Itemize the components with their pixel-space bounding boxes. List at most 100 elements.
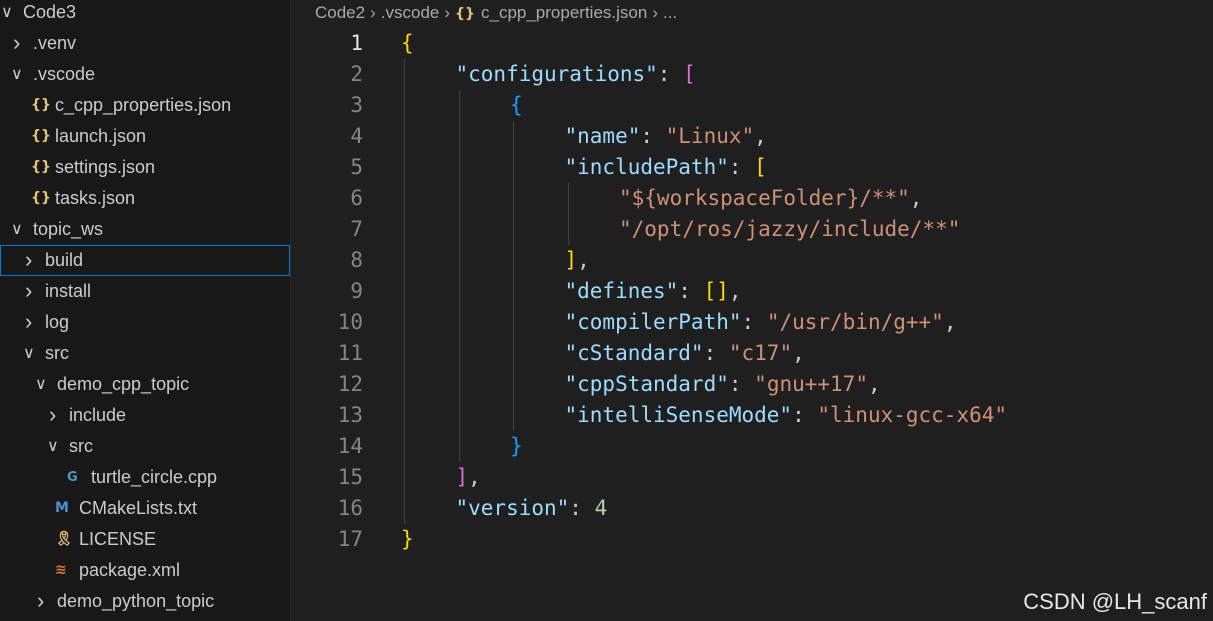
explorer-item[interactable]: ∨ demo_cpp_topic [0, 369, 290, 400]
explorer-item-label: src [69, 436, 93, 456]
json-braces-icon: {} [31, 159, 51, 175]
editor-pane: Code2 › .vscode ›{} c_cpp_properties.json ›..… [291, 0, 1213, 621]
chevron-down-icon: ∨ [23, 345, 35, 362]
code-token: , [728, 279, 742, 303]
code-content: { [510, 90, 523, 121]
code-content: "includePath": [ [565, 152, 767, 183]
code-token: : [703, 341, 729, 365]
license-file-icon: 🎗 [55, 531, 73, 547]
line-number: 9 [350, 279, 363, 303]
explorer-item[interactable]: › demo_python_topic [0, 586, 290, 617]
code-token: , [754, 124, 767, 148]
code-token: , [468, 465, 481, 489]
code-token: } [510, 434, 523, 458]
explorer-item[interactable]: ∨ .vscode [0, 59, 290, 90]
code-line: 11 "cStandard": "c17", [291, 338, 1213, 369]
line-number: 5 [350, 155, 363, 179]
explorer-item[interactable]: Gturtle_circle.cpp [0, 462, 290, 493]
code-token: [] [703, 279, 729, 303]
explorer-item[interactable]: ≋ package.xml [0, 555, 290, 586]
explorer-item-label: topic_ws [33, 219, 104, 239]
code-line: 17} [291, 524, 1213, 555]
breadcrumb-item-file[interactable]: c_cpp_properties.json [481, 3, 647, 22]
explorer-item[interactable]: M CMakeLists.txt [0, 493, 290, 524]
explorer-item-label: settings.json [55, 157, 156, 177]
explorer-item-label: .vscode [33, 64, 96, 84]
code-content: } [510, 431, 523, 462]
line-number: 1 [350, 31, 363, 55]
line-number: 13 [337, 403, 363, 427]
code-content: "intelliSenseMode": "linux-gcc-x64" [565, 400, 1008, 431]
indent-guide [567, 183, 569, 245]
explorer-item-label: CMakeLists.txt [79, 498, 198, 518]
code-token: "cStandard" [564, 341, 704, 365]
explorer-item[interactable]: {} c_cpp_properties.json [0, 90, 290, 121]
line-number: 7 [350, 217, 363, 241]
code-content: "version": 4 [456, 493, 608, 524]
explorer-item[interactable]: ∨ src [0, 338, 290, 369]
code-line: 4 "name": "Linux", [291, 121, 1213, 152]
code-token: [ [683, 62, 696, 86]
code-token: "/opt/ros/jazzy/include/**" [619, 217, 961, 241]
rss-xml-file-icon: ≋ [55, 562, 67, 578]
code-line: 16 "version": 4 [291, 493, 1213, 524]
chevron-right-icon: › [13, 30, 21, 55]
explorer-item[interactable]: › .venv [0, 28, 290, 59]
explorer-item[interactable]: 🎗 LICENSE [0, 524, 290, 555]
code-token: : [640, 124, 666, 148]
code-token: "defines" [564, 279, 679, 303]
explorer-item-label: package.xml [79, 560, 181, 580]
explorer-item[interactable]: › install [0, 276, 290, 307]
code-token: "name" [564, 124, 641, 148]
explorer-item[interactable]: › build [0, 245, 290, 276]
line-number: 10 [337, 310, 363, 334]
breadcrumb-item-folder[interactable]: .vscode [381, 3, 440, 22]
code-token: "compilerPath" [564, 310, 742, 334]
chevron-down-icon: ∨ [11, 66, 23, 83]
code-token: 4 [594, 496, 608, 520]
explorer-item-label: include [69, 405, 127, 425]
chevron-right-icon: › [37, 588, 45, 613]
code-token: "version" [455, 496, 570, 520]
chevron-down-icon: ∨ [11, 221, 23, 238]
breadcrumb-item-root[interactable]: Code2 [315, 3, 365, 22]
json-braces-icon: {} [31, 97, 51, 113]
chevron-right-icon: › [25, 278, 33, 303]
breadcrumb-separator-icon: › [370, 3, 376, 22]
code-token: : [728, 372, 755, 396]
code-line: 10 "compilerPath": "/usr/bin/g++", [291, 307, 1213, 338]
explorer-item[interactable]: {} settings.json [0, 152, 290, 183]
code-line: 12 "cppStandard": "gnu++17", [291, 369, 1213, 400]
code-token: "cppStandard" [564, 372, 729, 396]
cpp-file-icon: G [67, 470, 78, 485]
code-token: : [728, 155, 755, 179]
chevron-down-icon: ∨ [35, 376, 47, 393]
line-number: 4 [350, 124, 363, 148]
explorer-item[interactable]: › log [0, 307, 290, 338]
explorer-item[interactable]: › include [0, 400, 290, 431]
code-content: ], [565, 245, 590, 276]
code-token: "intelliSenseMode" [564, 403, 793, 427]
code-token: : [792, 403, 818, 427]
code-token: "gnu++17" [754, 372, 868, 396]
explorer-item[interactable]: {} launch.json [0, 121, 290, 152]
explorer-item[interactable]: ∨ topic_ws [0, 214, 290, 245]
code-token: { [510, 93, 523, 117]
explorer-item[interactable]: ∨ Code3 [0, 0, 290, 28]
indent-guide [404, 59, 405, 524]
watermark: CSDN @LH_scanf [1023, 589, 1207, 614]
code-content: "compilerPath": "/usr/bin/g++", [565, 307, 957, 338]
code-token: : [678, 279, 704, 303]
code-token: { [401, 31, 414, 55]
explorer-item-label: demo_cpp_topic [57, 374, 190, 394]
code-line: 2 "configurations": [ [291, 59, 1213, 90]
explorer-item[interactable]: {} tasks.json [0, 183, 290, 214]
json-braces-icon: {} [455, 6, 475, 22]
json-braces-icon: {} [31, 128, 51, 144]
breadcrumb-item-symbols[interactable]: ... [663, 3, 677, 22]
explorer-item[interactable]: ∨ src [0, 431, 290, 462]
code-token: : [569, 496, 595, 520]
explorer-sidebar: ∨ Code3 › .venv ∨ .vscode {} c_cpp_properties.j… [0, 0, 291, 621]
explorer-item-label: LICENSE [79, 529, 157, 549]
code-token: "configurations" [455, 62, 658, 86]
